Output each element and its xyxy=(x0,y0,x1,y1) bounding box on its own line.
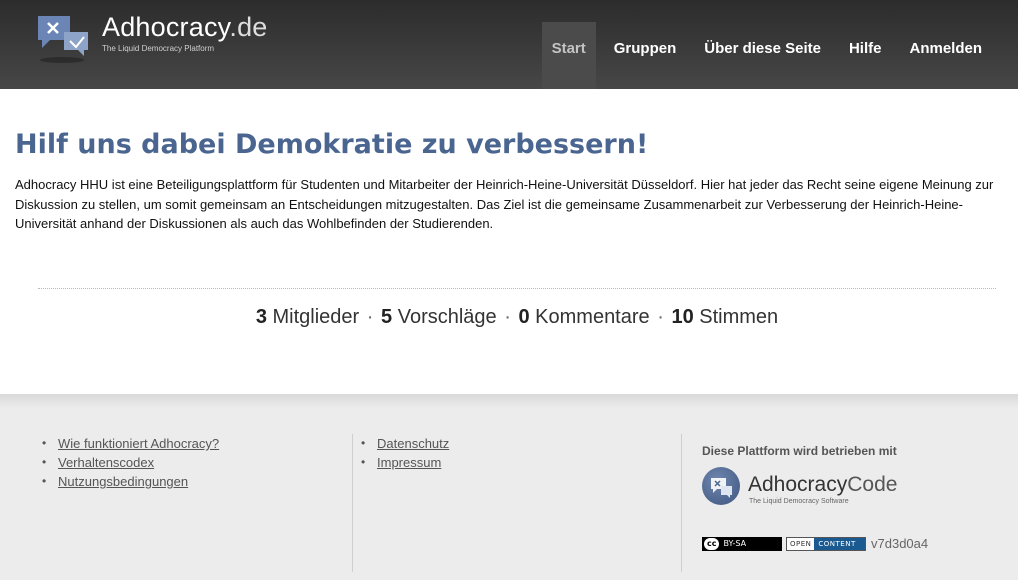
powered-by-label: Diese Plattform wird betrieben mit xyxy=(702,444,897,458)
logo-title: Adhocracy.de xyxy=(102,12,268,42)
nav-anmelden[interactable]: Anmelden xyxy=(895,22,996,89)
cc-license-icon[interactable]: cc BY-SA xyxy=(702,536,782,551)
nav-start[interactable]: Start xyxy=(541,22,596,89)
nav-hilfe[interactable]: Hilfe xyxy=(835,22,896,89)
list-item: Wie funktioniert Adhocracy? xyxy=(42,434,342,453)
list-item: Datenschutz xyxy=(361,434,661,453)
footer-links-col2: Datenschutz Impressum xyxy=(361,434,661,472)
chat-bubbles-logo-icon xyxy=(38,16,88,63)
stats-separator: · xyxy=(657,306,664,328)
votes-count: 10 xyxy=(671,306,694,328)
page-headline: Hilf uns dabei Demokratie zu verbessern! xyxy=(15,129,649,160)
proposals-count: 5 xyxy=(381,306,393,328)
link-verhaltenscodex[interactable]: Verhaltenscodex xyxy=(58,455,154,470)
members-label: Mitglieder xyxy=(272,306,360,328)
footer-links-col1: Wie funktioniert Adhocracy? Verhaltensco… xyxy=(42,434,342,491)
link-nutzungsbedingungen[interactable]: Nutzungsbedingungen xyxy=(58,474,188,489)
site-header: Adhocracy.de The Liquid Democracy Platfo… xyxy=(0,0,1018,89)
adhocracy-code-title: AdhocracyCode xyxy=(748,473,898,496)
proposals-label: Vorschläge xyxy=(397,306,497,328)
divider xyxy=(38,288,996,289)
stats-separator: · xyxy=(366,306,374,328)
link-wie-funktioniert[interactable]: Wie funktioniert Adhocracy? xyxy=(58,436,219,451)
main-content: Hilf uns dabei Demokratie zu verbessern!… xyxy=(0,89,1018,394)
footer-divider xyxy=(681,434,682,572)
adhocracy-code-subtitle: The Liquid Democracy Software xyxy=(749,498,849,505)
comments-label: Kommentare xyxy=(535,306,650,328)
site-logo[interactable]: Adhocracy.de The Liquid Democracy Platfo… xyxy=(36,12,276,68)
adhocracy-code-logo-icon xyxy=(702,467,740,505)
main-nav: Start Gruppen Über diese Seite Hilfe Anm… xyxy=(541,22,996,89)
license-badges: cc BY-SA OPEN CONTENT v7d3d0a4 xyxy=(702,536,928,551)
link-impressum[interactable]: Impressum xyxy=(377,455,441,470)
votes-label: Stimmen xyxy=(699,306,779,328)
version-label: v7d3d0a4 xyxy=(871,536,929,551)
nav-ueber-diese-seite[interactable]: Über diese Seite xyxy=(690,22,835,89)
open-content-icon[interactable]: OPEN CONTENT xyxy=(786,536,866,551)
link-datenschutz[interactable]: Datenschutz xyxy=(377,436,449,451)
stats-bar: 3 Mitglieder · 5 Vorschläge · 0 Kommenta… xyxy=(0,306,1018,329)
nav-gruppen[interactable]: Gruppen xyxy=(600,22,691,89)
list-item: Verhaltenscodex xyxy=(42,453,342,472)
adhocracy-code-logo[interactable]: AdhocracyCode The Liquid Democracy Softw… xyxy=(702,467,902,511)
list-item: Nutzungsbedingungen xyxy=(42,472,342,491)
stats-separator: · xyxy=(504,306,511,328)
logo-subtitle: The Liquid Democracy Platform xyxy=(102,44,215,53)
intro-text: Adhocracy HHU ist eine Beteiligungsplatt… xyxy=(15,177,994,231)
footer-divider xyxy=(352,434,353,572)
site-footer: Wie funktioniert Adhocracy? Verhaltensco… xyxy=(0,394,1018,580)
comments-count: 0 xyxy=(518,306,530,328)
members-count: 3 xyxy=(255,306,267,328)
list-item: Impressum xyxy=(361,453,661,472)
